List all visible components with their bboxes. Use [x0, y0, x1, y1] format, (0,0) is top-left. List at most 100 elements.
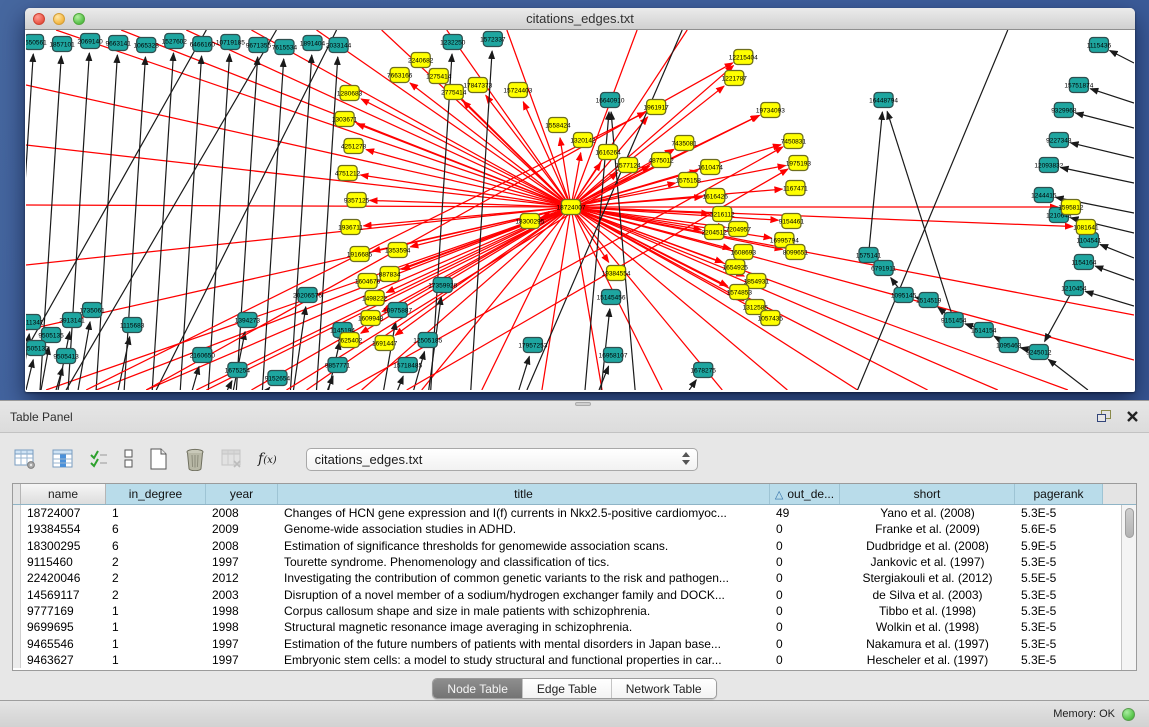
table-cell[interactable]: Stergiakouli et al. (2012): [840, 571, 1015, 585]
graph-node[interactable]: 1065328: [134, 38, 160, 53]
network-window-titlebar[interactable]: citations_edges.txt: [25, 8, 1135, 30]
graph-node[interactable]: 1916685: [347, 247, 373, 262]
column-header-pagerank[interactable]: pagerank: [1015, 484, 1103, 504]
graph-node[interactable]: 15751874: [1064, 78, 1093, 93]
table-cell[interactable]: 49: [770, 506, 840, 520]
table-cell[interactable]: Jankovic et al. (1997): [840, 555, 1015, 569]
graph-node[interactable]: 2160650: [190, 348, 216, 363]
table-cell[interactable]: 0: [770, 653, 840, 667]
create-column-icon[interactable]: [149, 448, 169, 471]
table-cell[interactable]: 5.3E-5: [1015, 604, 1103, 618]
graph-node[interactable]: 1275414: [426, 69, 452, 84]
table-cell[interactable]: 1997: [206, 637, 278, 651]
table-cell[interactable]: 0: [770, 555, 840, 569]
graph-node[interactable]: 1654925: [723, 260, 749, 275]
graph-node[interactable]: 7450831: [781, 134, 807, 149]
graph-node[interactable]: 9857771: [325, 358, 351, 373]
graph-node[interactable]: 12093832: [1034, 158, 1063, 173]
table-row[interactable]: 911546021997Tourette syndrome. Phenomeno…: [13, 554, 1136, 570]
graph-node[interactable]: 1303671: [332, 112, 358, 127]
column-header-year[interactable]: year: [206, 484, 278, 504]
table-cell[interactable]: Estimation of the future numbers of pati…: [278, 637, 770, 651]
graph-node[interactable]: 9357125: [344, 193, 370, 208]
tab-node-table[interactable]: Node Table: [433, 679, 523, 698]
tab-edge-table[interactable]: Edge Table: [523, 679, 612, 698]
delete-column-icon[interactable]: [184, 448, 206, 471]
float-panel-icon[interactable]: [1097, 410, 1112, 423]
table-cell[interactable]: 1: [106, 653, 206, 667]
table-select-dropdown[interactable]: citations_edges.txt: [306, 448, 698, 471]
graph-node[interactable]: 1857101: [49, 37, 75, 52]
graph-node[interactable]: 15724403: [503, 83, 532, 98]
table-cell[interactable]: Genome-wide association studies in ADHD.: [278, 522, 770, 536]
table-cell[interactable]: 18300295: [21, 539, 106, 553]
table-cell[interactable]: Wolkin et al. (1998): [840, 620, 1015, 634]
graph-node[interactable]: 1650561: [26, 35, 47, 50]
table-mode-icon[interactable]: [14, 449, 37, 470]
graph-node[interactable]: 1616426: [703, 189, 729, 204]
graph-node[interactable]: 8099651: [783, 245, 809, 260]
graph-node[interactable]: 9671355: [246, 38, 272, 53]
graph-node[interactable]: 1936711: [338, 220, 363, 235]
table-row[interactable]: 946554611997Estimation of the future num…: [13, 635, 1136, 651]
table-cell[interactable]: Franke et al. (2009): [840, 522, 1015, 536]
table-cell[interactable]: 9699695: [21, 620, 106, 634]
graph-node[interactable]: 9151454: [941, 313, 967, 328]
citation-graph[interactable]: 1650561185710120691409663141106532815276…: [26, 30, 1134, 390]
graph-node[interactable]: 1608693: [731, 245, 757, 260]
graph-node[interactable]: 4251278: [341, 139, 367, 154]
graph-node[interactable]: 1891404: [300, 36, 326, 51]
graph-node[interactable]: 4751212: [335, 166, 361, 181]
graph-node[interactable]: 1095463: [996, 338, 1022, 353]
graph-node[interactable]: 1691447: [372, 336, 398, 351]
graph-node[interactable]: 1167471: [783, 181, 808, 196]
graph-node[interactable]: 1081641: [1073, 220, 1099, 235]
graph-node[interactable]: 3913141: [59, 313, 85, 328]
table-row[interactable]: 1456911722003Disruption of a novel membe…: [13, 586, 1136, 602]
table-cell[interactable]: 2008: [206, 539, 278, 553]
table-cell[interactable]: 0: [770, 522, 840, 536]
table-cell[interactable]: 22420046: [21, 571, 106, 585]
table-cell[interactable]: 5.6E-5: [1015, 522, 1103, 536]
table-cell[interactable]: Disruption of a novel member of a sodium…: [278, 588, 770, 602]
graph-node[interactable]: 16448794: [869, 93, 898, 108]
graph-node[interactable]: 1577124: [615, 158, 641, 173]
table-cell[interactable]: 5.3E-5: [1015, 637, 1103, 651]
table-cell[interactable]: 5.3E-5: [1015, 506, 1103, 520]
show-columns-icon[interactable]: [52, 449, 74, 469]
table-cell[interactable]: 2003: [206, 588, 278, 602]
table-cell[interactable]: de Silva et al. (2003): [840, 588, 1015, 602]
column-header-title[interactable]: title: [278, 484, 770, 504]
table-cell[interactable]: Tibbo et al. (1998): [840, 604, 1015, 618]
table-cell[interactable]: 0: [770, 620, 840, 634]
graph-node[interactable]: 1353594: [385, 243, 411, 258]
table-cell[interactable]: 5.3E-5: [1015, 653, 1103, 667]
graph-node[interactable]: 7435081: [672, 136, 698, 151]
graph-node[interactable]: 1558424: [545, 118, 571, 133]
table-cell[interactable]: 1997: [206, 653, 278, 667]
split-pane-grip[interactable]: [575, 402, 591, 406]
table-row[interactable]: 969969511998Structural magnetic resonanc…: [13, 619, 1136, 635]
graph-node[interactable]: 16640910: [596, 93, 625, 108]
table-cell[interactable]: 5.9E-5: [1015, 539, 1103, 553]
graph-node[interactable]: 1115683: [120, 318, 145, 333]
graph-node[interactable]: 9245012: [1026, 345, 1052, 360]
row-selection-icon[interactable]: [89, 449, 109, 469]
graph-node[interactable]: 7615534: [272, 40, 298, 55]
graph-node[interactable]: 17847373: [463, 78, 492, 93]
graph-node[interactable]: 1115436: [1087, 38, 1112, 53]
scrollbar-thumb[interactable]: [1125, 508, 1134, 538]
graph-node[interactable]: 1735061: [79, 303, 105, 318]
table-cell[interactable]: Embryonic stem cells: a model to study s…: [278, 653, 770, 667]
table-cell[interactable]: 9777169: [21, 604, 106, 618]
table-cell[interactable]: 1: [106, 637, 206, 651]
table-cell[interactable]: 2: [106, 571, 206, 585]
function-builder-icon[interactable]: f(x): [258, 451, 277, 467]
table-cell[interactable]: Hescheler et al. (1997): [840, 653, 1015, 667]
graph-node[interactable]: 2033144: [326, 38, 352, 53]
graph-node[interactable]: 9663141: [105, 36, 131, 51]
graph-node[interactable]: 1514154: [971, 323, 997, 338]
table-cell[interactable]: 0: [770, 588, 840, 602]
table-cell[interactable]: 0: [770, 637, 840, 651]
graph-node[interactable]: 6466160: [190, 37, 216, 52]
